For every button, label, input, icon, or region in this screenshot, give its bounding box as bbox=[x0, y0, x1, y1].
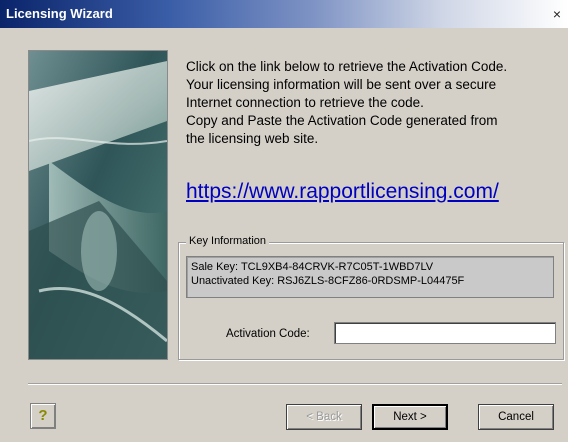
key-information-legend: Key Information bbox=[186, 235, 270, 247]
cancel-button[interactable]: Cancel bbox=[478, 404, 554, 430]
instructions-text: Click on the link below to retrieve the … bbox=[186, 58, 554, 148]
help-icon: ? bbox=[38, 407, 48, 424]
instruction-line: Click on the link below to retrieve the … bbox=[186, 59, 508, 74]
help-button[interactable]: ? bbox=[30, 403, 56, 429]
unactivated-key-text: Unactivated Key: RSJ6ZLS-8CFZ86-0RDSMP-L… bbox=[191, 275, 465, 287]
activation-code-input[interactable] bbox=[334, 322, 556, 344]
licensing-website-link[interactable]: https://www.rapportlicensing.com/ bbox=[186, 180, 499, 204]
instruction-line: Copy and Paste the Activation Code gener… bbox=[186, 113, 498, 128]
sale-key-text: Sale Key: TCL9XB4-84CRVK-R7C05T-1WBD7LV bbox=[191, 261, 434, 273]
instruction-line: Your licensing information will be sent … bbox=[186, 77, 497, 92]
window-title: Licensing Wizard bbox=[6, 6, 113, 21]
wizard-side-image bbox=[28, 50, 168, 360]
activation-code-label: Activation Code: bbox=[226, 328, 310, 340]
title-bar[interactable]: Licensing Wizard × bbox=[0, 0, 568, 28]
airplane-illustration bbox=[29, 51, 167, 359]
instruction-line: Internet connection to retrieve the code… bbox=[186, 95, 424, 110]
close-icon[interactable]: × bbox=[548, 5, 566, 23]
key-info-box: Sale Key: TCL9XB4-84CRVK-R7C05T-1WBD7LV … bbox=[186, 256, 554, 298]
licensing-wizard-window: Licensing Wizard × Click on the link bel… bbox=[0, 0, 568, 442]
footer-divider bbox=[28, 383, 562, 385]
back-button[interactable]: < Back bbox=[286, 404, 362, 430]
next-button[interactable]: Next > bbox=[372, 404, 448, 430]
instruction-line: the licensing web site. bbox=[186, 131, 319, 146]
